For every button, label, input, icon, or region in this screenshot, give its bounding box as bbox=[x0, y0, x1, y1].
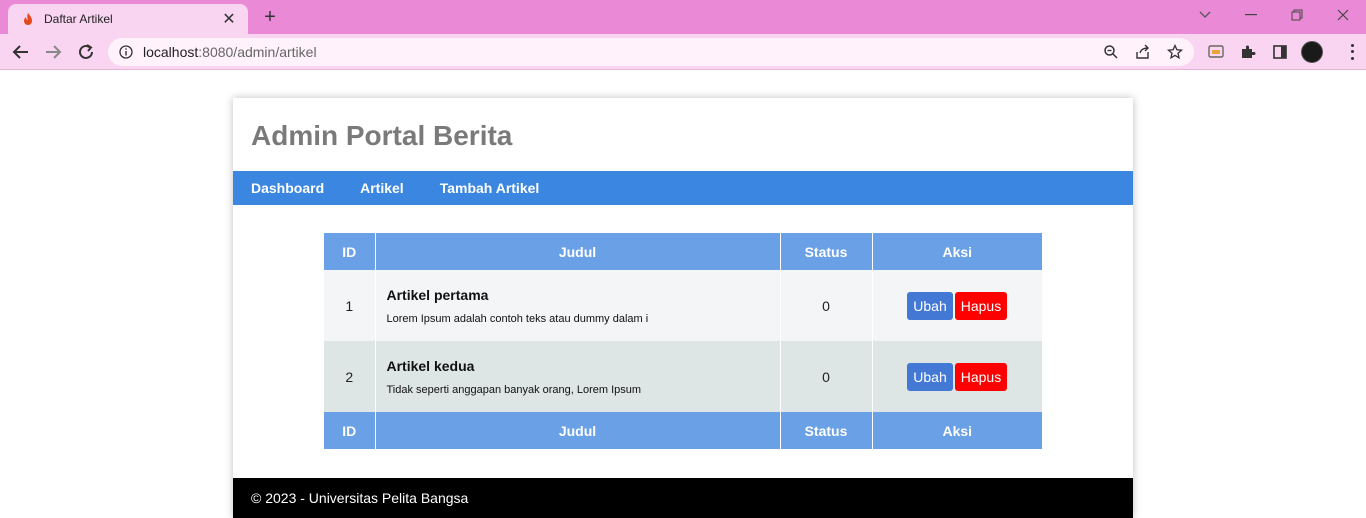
flame-icon bbox=[20, 11, 36, 27]
tab-title: Daftar Artikel bbox=[44, 12, 113, 26]
cell-status: 0 bbox=[780, 341, 873, 412]
restore-icon[interactable] bbox=[1274, 0, 1320, 30]
footer-aksi: Aksi bbox=[872, 412, 1042, 449]
new-tab-button[interactable]: + bbox=[258, 6, 282, 28]
table-row: 1 Artikel pertama Lorem Ipsum adalah con… bbox=[324, 270, 1042, 341]
header-judul: Judul bbox=[375, 233, 781, 270]
cell-aksi: Ubah Hapus bbox=[872, 341, 1042, 412]
profile-avatar[interactable] bbox=[1301, 41, 1323, 63]
share-icon[interactable] bbox=[1134, 43, 1152, 61]
table-header-row: ID Judul Status Aksi bbox=[324, 233, 1042, 270]
page-container: Admin Portal Berita Dashboard Artikel Ta… bbox=[233, 98, 1133, 518]
info-icon[interactable] bbox=[118, 44, 134, 60]
url-text: localhost:8080/admin/artikel bbox=[143, 44, 317, 60]
browser-tab[interactable]: Daftar Artikel ✕ bbox=[8, 4, 248, 34]
article-excerpt: Tidak seperti anggapan banyak orang, Lor… bbox=[386, 383, 642, 396]
browser-tab-strip: Daftar Artikel ✕ + bbox=[0, 0, 1366, 34]
url-path: :8080/admin/artikel bbox=[198, 44, 317, 60]
cell-judul: Artikel pertama Lorem Ipsum adalah conto… bbox=[375, 270, 781, 341]
table-row: 2 Artikel kedua Tidak seperti anggapan b… bbox=[324, 341, 1042, 412]
footer-judul: Judul bbox=[375, 412, 781, 449]
header-id: ID bbox=[324, 233, 376, 270]
edit-button[interactable]: Ubah bbox=[907, 291, 953, 320]
back-arrow-icon[interactable] bbox=[8, 39, 34, 65]
reload-icon[interactable] bbox=[73, 39, 99, 65]
articles-table: ID Judul Status Aksi 1 Artikel pertama L… bbox=[324, 233, 1042, 449]
article-title: Artikel pertama bbox=[386, 286, 489, 303]
tab-close-icon[interactable]: ✕ bbox=[220, 10, 238, 28]
close-window-icon[interactable] bbox=[1320, 0, 1366, 30]
cell-judul: Artikel kedua Tidak seperti anggapan ban… bbox=[375, 341, 781, 412]
extensions-puzzle-icon[interactable] bbox=[1238, 42, 1258, 62]
side-panel-icon[interactable] bbox=[1270, 42, 1290, 62]
header-aksi: Aksi bbox=[872, 233, 1042, 270]
cell-id: 2 bbox=[324, 341, 376, 412]
article-excerpt: Lorem Ipsum adalah contoh teks atau dumm… bbox=[386, 312, 649, 325]
minimize-icon[interactable] bbox=[1228, 0, 1274, 30]
cell-id: 1 bbox=[324, 270, 376, 341]
page-title: Admin Portal Berita bbox=[251, 120, 513, 151]
footer-id: ID bbox=[324, 412, 376, 449]
nav-artikel-link[interactable]: Artikel bbox=[360, 180, 404, 196]
main-nav: Dashboard Artikel Tambah Artikel bbox=[233, 171, 1133, 205]
header-status: Status bbox=[780, 233, 873, 270]
address-bar[interactable]: localhost:8080/admin/artikel bbox=[108, 38, 1194, 66]
web-page: Admin Portal Berita Dashboard Artikel Ta… bbox=[0, 71, 1366, 518]
nav-tambah-artikel-link[interactable]: Tambah Artikel bbox=[440, 180, 540, 196]
tab-search-icon[interactable] bbox=[1182, 0, 1228, 30]
footer-status: Status bbox=[780, 412, 873, 449]
forward-arrow-icon[interactable] bbox=[40, 39, 66, 65]
edit-button[interactable]: Ubah bbox=[907, 362, 953, 391]
article-title: Artikel kedua bbox=[386, 357, 475, 374]
nav-dashboard-link[interactable]: Dashboard bbox=[251, 180, 324, 196]
cell-aksi: Ubah Hapus bbox=[872, 270, 1042, 341]
browser-toolbar: localhost:8080/admin/artikel bbox=[0, 34, 1366, 70]
url-host: localhost bbox=[143, 44, 199, 60]
page-header: Admin Portal Berita bbox=[233, 98, 1133, 171]
delete-button[interactable]: Hapus bbox=[954, 362, 1008, 391]
footer-text: © 2023 - Universitas Pelita Bangsa bbox=[251, 490, 469, 506]
cell-status: 0 bbox=[780, 270, 873, 341]
bookmark-star-icon[interactable] bbox=[1166, 43, 1184, 61]
page-footer: © 2023 - Universitas Pelita Bangsa bbox=[233, 478, 1133, 518]
delete-button[interactable]: Hapus bbox=[954, 291, 1008, 320]
cast-icon[interactable] bbox=[1206, 42, 1226, 62]
zoom-icon[interactable] bbox=[1102, 43, 1120, 61]
table-footer-row: ID Judul Status Aksi bbox=[324, 412, 1042, 449]
menu-kebab-icon[interactable] bbox=[1344, 42, 1360, 62]
